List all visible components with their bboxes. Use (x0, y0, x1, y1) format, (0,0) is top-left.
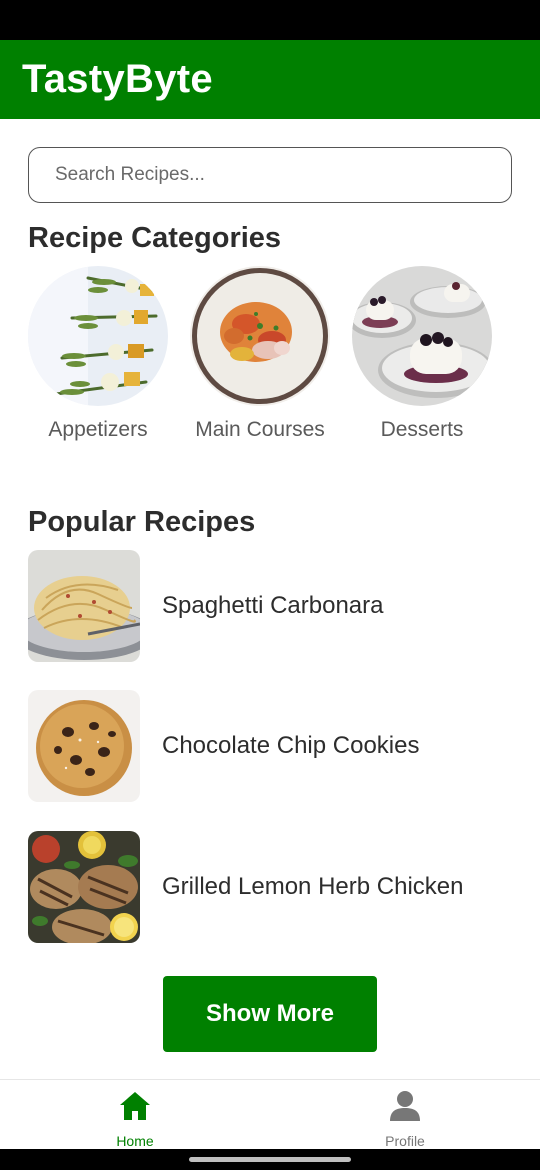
categories-title: Recipe Categories (28, 222, 282, 254)
grilled-chicken-photo (28, 831, 140, 943)
nav-home-label: Home (116, 1133, 154, 1149)
status-bar (0, 0, 540, 40)
nav-profile[interactable]: Profile (325, 1080, 485, 1150)
recipe-name: Spaghetti Carbonara (162, 592, 384, 619)
category-label: Appetizers (48, 418, 148, 441)
recipe-name: Chocolate Chip Cookies (162, 732, 420, 759)
recipe-item[interactable]: Spaghetti Carbonara (28, 550, 512, 662)
category-list: Appetizers Main Courses Desserts (28, 266, 512, 456)
system-gesture-area (0, 1149, 540, 1170)
person-icon (390, 1091, 420, 1121)
search-input[interactable] (55, 164, 511, 186)
show-more-button[interactable]: Show More (163, 976, 377, 1052)
category-label: Desserts (380, 418, 464, 441)
category-main-courses[interactable]: Main Courses (190, 266, 330, 442)
app-header: TastyByte (0, 40, 540, 119)
category-desserts[interactable]: Desserts (352, 266, 492, 442)
nav-home[interactable]: Home (55, 1080, 215, 1150)
category-appetizers[interactable]: Appetizers (28, 266, 168, 442)
category-label: Main Courses (195, 418, 325, 441)
app-title: TastyByte (22, 57, 213, 101)
home-icon (120, 1092, 150, 1120)
recipe-item[interactable]: Grilled Lemon Herb Chicken (28, 831, 512, 943)
popular-title: Popular Recipes (28, 506, 256, 538)
spaghetti-photo (28, 550, 140, 662)
gesture-handle[interactable] (189, 1157, 351, 1162)
bottom-nav: Home Profile (0, 1079, 540, 1149)
recipe-item[interactable]: Chocolate Chip Cookies (28, 690, 512, 802)
nav-profile-label: Profile (385, 1133, 425, 1149)
panna-cotta-dessert-photo (352, 266, 492, 406)
cookie-photo (28, 690, 140, 802)
appetizer-skewers-photo (28, 266, 168, 406)
search-bar[interactable] (28, 147, 512, 203)
recipe-name: Grilled Lemon Herb Chicken (162, 873, 464, 900)
main-course-plate-photo (190, 266, 330, 406)
